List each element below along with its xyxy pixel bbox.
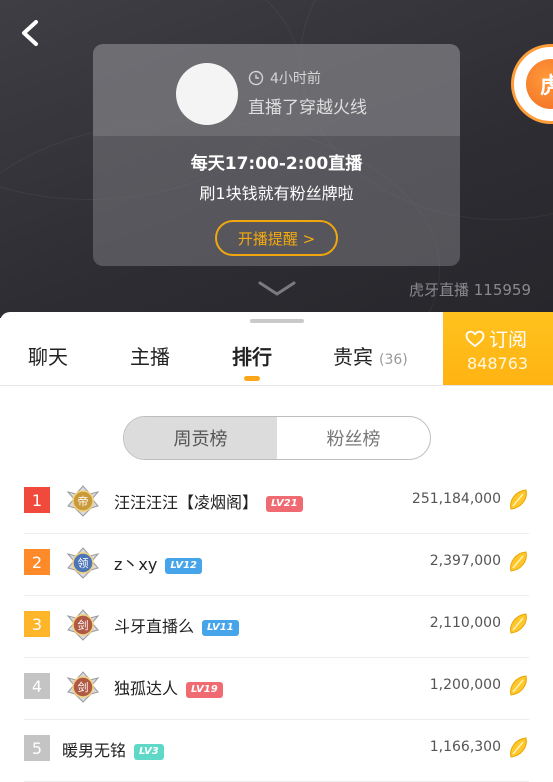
- active-tab-indicator: [244, 376, 260, 381]
- ranking-user-name[interactable]: 斗牙直播么 LV11: [114, 613, 239, 637]
- user-name-text: 暖男无铭: [62, 741, 127, 760]
- rank-number-badge: 3: [24, 611, 50, 637]
- medal-char: 剑: [78, 618, 89, 632]
- tab-chat[interactable]: 聊天: [28, 341, 68, 370]
- heart-icon: [465, 330, 485, 347]
- tab-vip[interactable]: 贵宾 (36): [333, 341, 408, 370]
- medal-char: 帝: [78, 494, 89, 508]
- vip-count: (36): [379, 352, 408, 368]
- tab-label: 聊天: [28, 345, 68, 369]
- user-name-text: 独孤达人: [114, 679, 179, 698]
- rank-number-badge: 1: [24, 487, 50, 513]
- ranking-user-name[interactable]: 汪汪汪汪【凌烟阁】 LV21: [114, 489, 303, 513]
- live-reminder-button[interactable]: 开播提醒 >: [215, 220, 338, 256]
- ranking-user-name[interactable]: 独孤达人 LV19: [114, 675, 223, 699]
- gold-bean-icon: [510, 613, 527, 634]
- noble-medal-icon: 领: [66, 547, 100, 579]
- live-preview-header: 4小时前 直播了穿越火线 每天17:00-2:00直播 刷1块钱就有粉丝牌啦 开…: [0, 0, 553, 318]
- tab-divider: [0, 385, 553, 386]
- contribution-score: 1,200,000: [429, 677, 501, 693]
- fans-ranking-tab[interactable]: 粉丝榜: [277, 417, 430, 459]
- subscribe-label: 订阅: [489, 329, 528, 351]
- level-badge: LV3: [134, 744, 164, 760]
- gold-bean-icon: [510, 737, 527, 758]
- subscribe-label-row: 订阅: [465, 325, 527, 352]
- back-button[interactable]: [14, 16, 48, 50]
- contribution-score: 2,397,000: [429, 553, 501, 569]
- expand-button[interactable]: [257, 280, 297, 302]
- weekly-contribution-tab[interactable]: 周贡榜: [124, 417, 277, 459]
- level-badge: LV21: [266, 496, 303, 512]
- ranking-user-name[interactable]: z丶xy LV12: [114, 551, 202, 575]
- noble-medal-icon: 帝: [66, 485, 100, 517]
- level-badge: LV19: [186, 682, 223, 698]
- subscribe-button[interactable]: 订阅 848763: [443, 312, 553, 386]
- tab-bar: 聊天 主播 排行 贵宾 (36): [0, 312, 443, 386]
- room-watermark: 虎牙直播 115959: [408, 281, 531, 299]
- tab-label: 贵宾: [333, 345, 373, 369]
- time-ago-text: 4小时前: [270, 71, 321, 87]
- level-badge: LV11: [202, 620, 239, 636]
- noble-medal-icon: 剑: [66, 609, 100, 641]
- rank-number-badge: 5: [24, 735, 50, 761]
- ranking-user-name[interactable]: 暖男无铭 LV3: [62, 737, 164, 761]
- tab-ranking[interactable]: 排行: [232, 341, 272, 370]
- gold-bean-icon: [510, 675, 527, 696]
- ranking-row[interactable]: 2 领 z丶xy LV12 2,397,000: [24, 534, 529, 596]
- gold-bean-icon: [510, 489, 527, 510]
- tab-streamer[interactable]: 主播: [130, 341, 170, 370]
- ranking-row[interactable]: 4 剑 独孤达人 LV19 1,200,000: [24, 658, 529, 720]
- subscriber-count: 848763: [467, 354, 529, 373]
- contribution-score: 251,184,000: [411, 491, 501, 507]
- gold-bean-icon: [510, 551, 527, 572]
- fan-badge-promo: 刷1块钱就有粉丝牌啦: [199, 184, 354, 203]
- bottom-panel: 聊天 主播 排行 贵宾 (36) 订阅 848763 周贡榜 粉丝榜 1 帝 汪汪汪汪…: [0, 312, 553, 782]
- medal-char: 剑: [78, 680, 89, 694]
- rank-number-badge: 2: [24, 549, 50, 575]
- streamer-avatar[interactable]: [176, 63, 238, 125]
- contribution-score: 1,166,300: [429, 739, 501, 755]
- ranking-row[interactable]: 3 剑 斗牙直播么 LV11 2,110,000: [24, 596, 529, 658]
- clock-icon: [248, 70, 264, 86]
- user-name-text: 汪汪汪汪【凌烟阁】: [114, 493, 259, 512]
- contribution-score: 2,110,000: [429, 615, 501, 631]
- last-live-time: 4小时前: [248, 68, 321, 88]
- tab-label: 排行: [232, 345, 272, 369]
- offline-card: 4小时前 直播了穿越火线 每天17:00-2:00直播 刷1块钱就有粉丝牌啦 开…: [93, 44, 460, 266]
- tiger-logo-icon: 虎: [526, 59, 553, 109]
- ranking-row[interactable]: 5 暖男无铭 LV3 1,166,300: [24, 720, 529, 782]
- user-name-text: 斗牙直播么: [114, 617, 195, 636]
- tab-label: 主播: [130, 345, 170, 369]
- back-chevron-icon: [22, 20, 38, 46]
- ranking-segment-control: 周贡榜 粉丝榜: [123, 416, 431, 460]
- level-badge: LV12: [165, 558, 202, 574]
- last-live-info: [93, 44, 460, 136]
- rank-number-badge: 4: [24, 673, 50, 699]
- medal-char: 领: [78, 557, 89, 570]
- user-name-text: z丶xy: [114, 555, 158, 574]
- live-schedule: 每天17:00-2:00直播: [190, 154, 363, 174]
- last-live-title: 直播了穿越火线: [248, 98, 367, 118]
- ranking-row[interactable]: 1 帝 汪汪汪汪【凌烟阁】 LV21 251,184,000: [24, 472, 529, 534]
- noble-medal-icon: 剑: [66, 671, 100, 703]
- chevron-down-icon: [258, 281, 296, 296]
